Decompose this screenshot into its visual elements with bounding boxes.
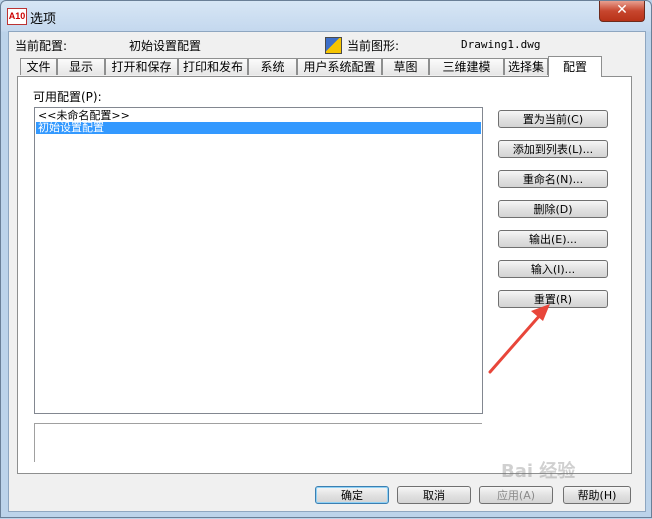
tab-profiles[interactable]: 配置 — [548, 56, 602, 77]
options-dialog: A10 选项 ✕ 当前配置: 初始设置配置 当前图形: Drawing1.dwg… — [0, 0, 652, 518]
annotation-arrow-icon — [488, 304, 550, 374]
